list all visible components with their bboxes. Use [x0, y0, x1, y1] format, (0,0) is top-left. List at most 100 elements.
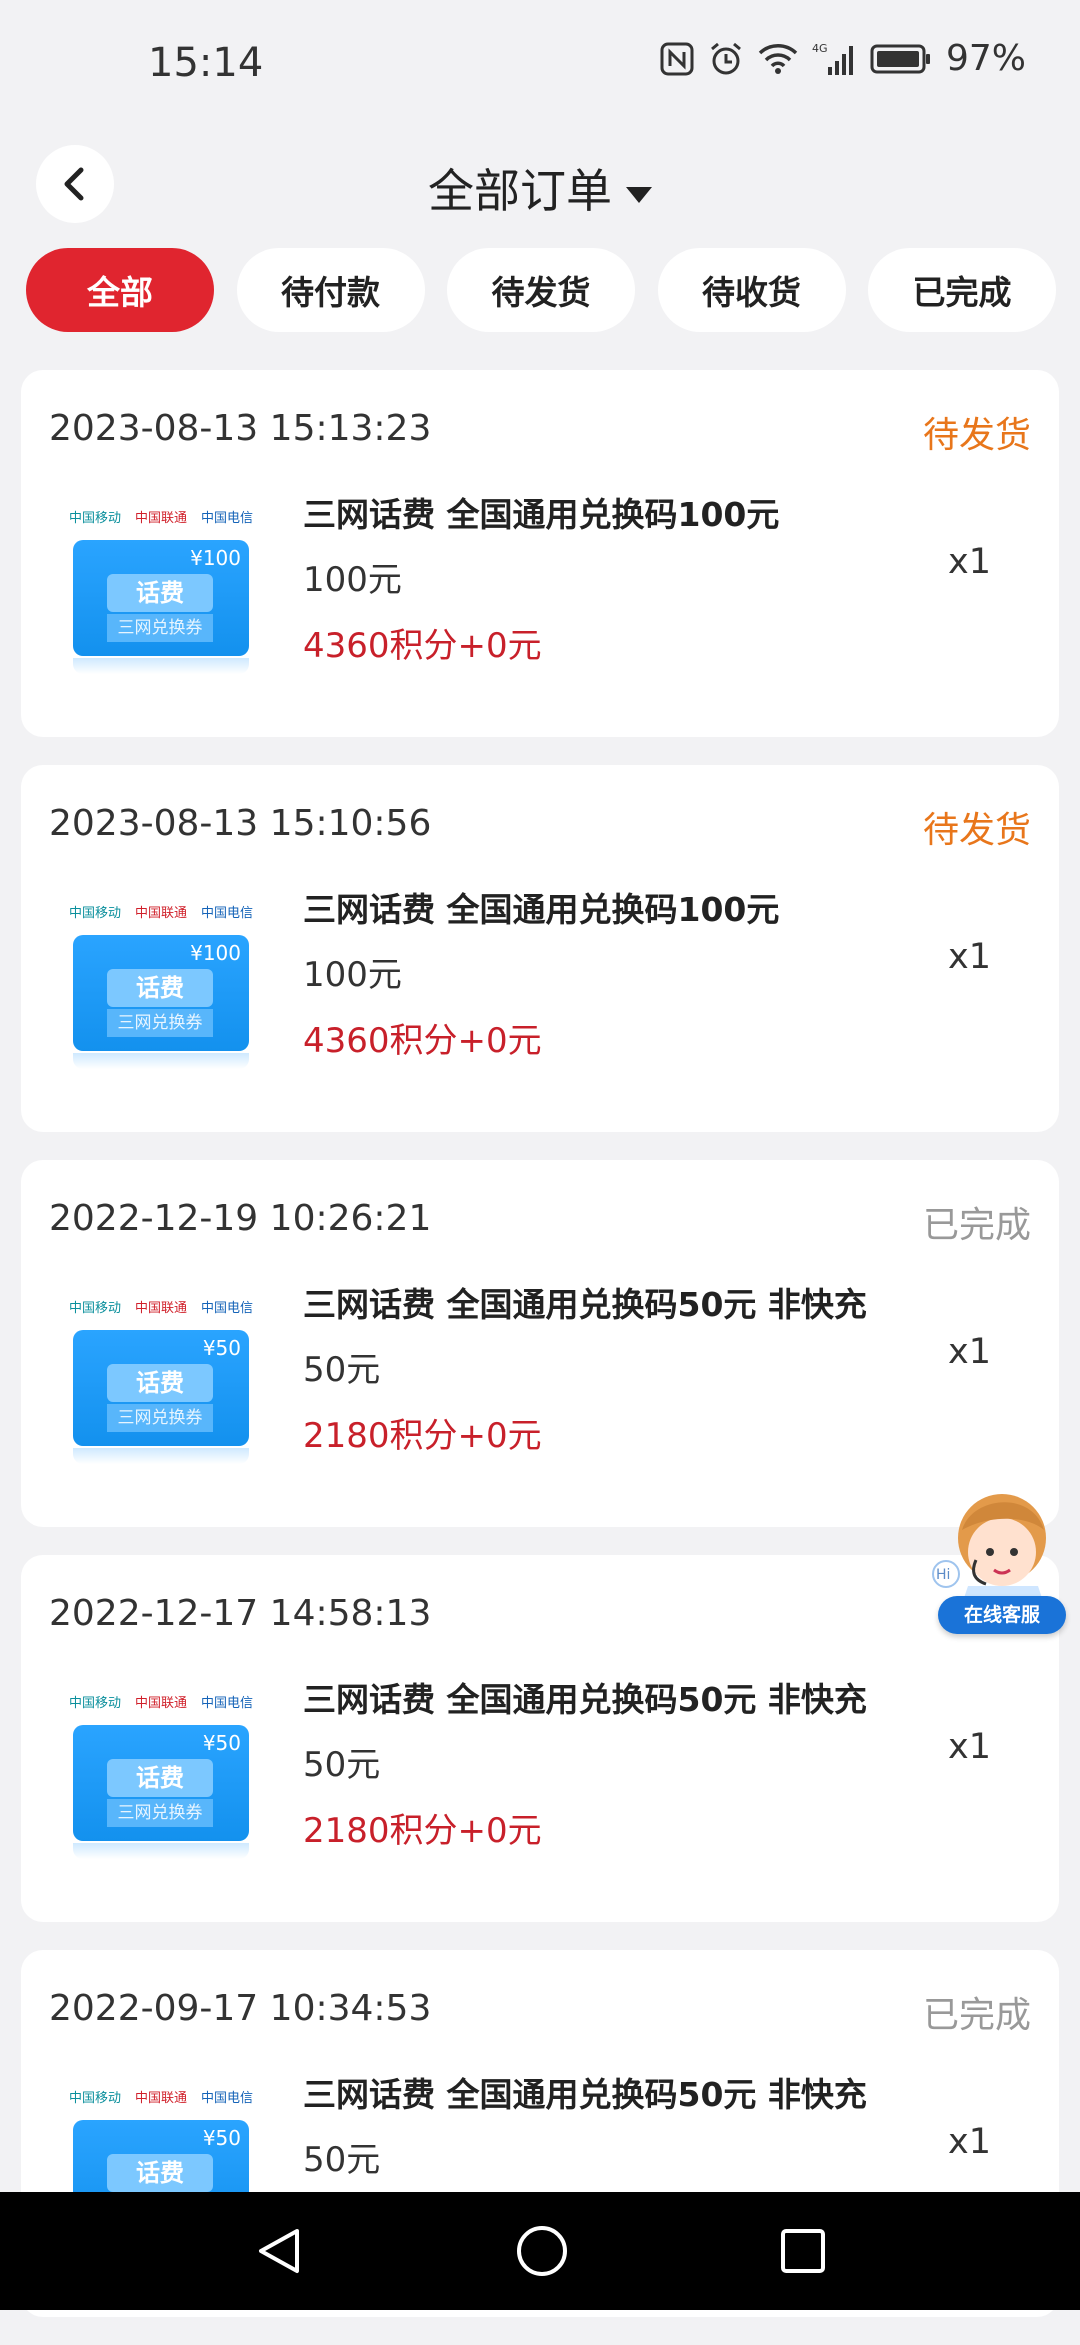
- carrier-logos: 中国移动 中国联通 中国电信: [69, 1685, 253, 1717]
- order-list: 2023-08-13 15:13:23 待发货 中国移动 中国联通 中国电信 ¥…: [21, 370, 1059, 2345]
- coupon-reflection: [73, 658, 249, 674]
- system-nav-bar: [0, 2192, 1080, 2310]
- coupon-reflection: [73, 1448, 249, 1464]
- coupon-amount: ¥50: [202, 1731, 241, 1755]
- order-tabs: 全部 待付款 待发货 待收货 已完成: [26, 248, 1056, 334]
- coupon-subtitle: 三网兑换券: [107, 1799, 213, 1827]
- back-triangle-icon[interactable]: [253, 2225, 305, 2277]
- home-circle-icon[interactable]: [515, 2224, 569, 2278]
- china-mobile-logo: 中国移动: [69, 1300, 122, 1316]
- order-date: 2023-08-13 15:13:23: [49, 408, 432, 449]
- china-telecom-logo: 中国电信: [200, 1695, 253, 1711]
- order-card[interactable]: 2023-08-13 15:10:56 待发货 中国移动 中国联通 中国电信 ¥…: [21, 765, 1059, 1132]
- cs-greeting: Hi: [936, 1567, 950, 1583]
- cs-label: 在线客服: [938, 1596, 1066, 1634]
- tab-completed[interactable]: 已完成: [868, 248, 1056, 332]
- coupon-subtitle: 三网兑换券: [107, 1009, 213, 1037]
- china-mobile-logo: 中国移动: [69, 1695, 122, 1711]
- product-points: 4360积分+0元: [303, 1021, 542, 1061]
- battery-icon: [870, 43, 932, 75]
- product-quantity: x1: [948, 1727, 991, 1767]
- product-quantity: x1: [948, 2122, 991, 2162]
- order-filter-dropdown[interactable]: 全部订单: [0, 155, 1080, 221]
- wifi-icon: [758, 43, 798, 75]
- product-price: 50元: [303, 2140, 381, 2180]
- tab-pending-receipt[interactable]: 待收货: [657, 248, 846, 332]
- product-name: 三网话费 全国通用兑换码50元 非快充: [303, 1285, 867, 1324]
- coupon-subtitle: 三网兑换券: [107, 1404, 213, 1432]
- china-unicom-logo: 中国联通: [134, 1300, 187, 1316]
- carrier-logos: 中国移动 中国联通 中国电信: [69, 2080, 253, 2112]
- tab-pending-payment[interactable]: 待付款: [236, 248, 425, 332]
- china-telecom-logo: 中国电信: [200, 510, 253, 526]
- china-mobile-logo: 中国移动: [69, 905, 122, 921]
- page-header: 全部订单: [0, 135, 1080, 235]
- product-quantity: x1: [948, 937, 991, 977]
- order-date: 2023-08-13 15:10:56: [49, 803, 432, 844]
- coupon-reflection: [73, 1843, 249, 1859]
- coupon-card: ¥100 话费 三网兑换券: [73, 540, 249, 656]
- china-unicom-logo: 中国联通: [134, 2090, 187, 2106]
- order-status: 待发货: [922, 415, 1031, 456]
- product-price: 100元: [303, 560, 402, 600]
- customer-service-button[interactable]: Hi 在线客服: [910, 1478, 1070, 1648]
- order-card[interactable]: 2022-12-17 14:58:13 中国移动 中国联通 中国电信 ¥50 话…: [21, 1555, 1059, 1922]
- product-price: 50元: [303, 1350, 381, 1390]
- product-quantity: x1: [948, 542, 991, 582]
- coupon-reflection: [73, 1053, 249, 1069]
- product-name: 三网话费 全国通用兑换码100元: [303, 890, 780, 929]
- order-date: 2022-12-19 10:26:21: [49, 1198, 432, 1239]
- china-unicom-logo: 中国联通: [134, 1695, 187, 1711]
- tab-pending-shipment[interactable]: 待发货: [447, 248, 635, 332]
- coupon-tag: 话费: [107, 574, 213, 612]
- coupon-card: ¥50 话费 三网兑换券: [73, 1725, 249, 1841]
- order-status: 已完成: [922, 1995, 1031, 2036]
- coupon-amount: ¥50: [202, 2126, 241, 2150]
- coupon-tag: 话费: [107, 1364, 213, 1402]
- order-status: 待发货: [922, 810, 1031, 851]
- caret-down-icon: [626, 186, 652, 203]
- coupon-amount: ¥50: [202, 1336, 241, 1360]
- network-label: 4G: [812, 42, 828, 55]
- nfc-icon: [660, 42, 694, 76]
- battery-level: 97%: [945, 38, 1026, 79]
- status-icons: 4G 97%: [660, 38, 1026, 79]
- carrier-logos: 中国移动 中国联通 中国电信: [69, 1290, 253, 1322]
- order-card[interactable]: 2022-12-19 10:26:21 已完成 中国移动 中国联通 中国电信 ¥…: [21, 1160, 1059, 1527]
- product-quantity: x1: [948, 1332, 991, 1372]
- product-image: 中国移动 中国联通 中国电信 ¥100 话费 三网兑换券: [69, 895, 253, 1070]
- product-image: 中国移动 中国联通 中国电信 ¥50 话费 三网兑换券: [69, 1290, 253, 1465]
- china-telecom-logo: 中国电信: [200, 905, 253, 921]
- product-name: 三网话费 全国通用兑换码50元 非快充: [303, 1680, 867, 1719]
- signal-icon: 4G: [812, 41, 856, 77]
- coupon-card: ¥100 话费 三网兑换券: [73, 935, 249, 1051]
- tab-all[interactable]: 全部: [26, 248, 214, 332]
- product-image: 中国移动 中国联通 中国电信 ¥50 话费 三网兑换券: [69, 1685, 253, 1860]
- product-name: 三网话费 全国通用兑换码100元: [303, 495, 780, 534]
- china-unicom-logo: 中国联通: [134, 510, 187, 526]
- product-name: 三网话费 全国通用兑换码50元 非快充: [303, 2075, 867, 2114]
- china-mobile-logo: 中国移动: [69, 2090, 122, 2106]
- coupon-tag: 话费: [107, 969, 213, 1007]
- status-time: 15:14: [148, 40, 264, 86]
- product-points: 2180积分+0元: [303, 1416, 542, 1456]
- page-title: 全部订单: [428, 164, 612, 218]
- carrier-logos: 中国移动 中国联通 中国电信: [69, 500, 253, 532]
- order-card[interactable]: 2023-08-13 15:13:23 待发货 中国移动 中国联通 中国电信 ¥…: [21, 370, 1059, 737]
- carrier-logos: 中国移动 中国联通 中国电信: [69, 895, 253, 927]
- china-mobile-logo: 中国移动: [69, 510, 122, 526]
- coupon-card: ¥50 话费 三网兑换券: [73, 1330, 249, 1446]
- order-date: 2022-09-17 10:34:53: [49, 1988, 432, 2029]
- recents-square-icon[interactable]: [779, 2227, 827, 2275]
- coupon-subtitle: 三网兑换券: [107, 614, 213, 642]
- order-status: 已完成: [922, 1205, 1031, 1246]
- china-telecom-logo: 中国电信: [200, 2090, 253, 2106]
- product-image: 中国移动 中国联通 中国电信 ¥100 话费 三网兑换券: [69, 500, 253, 675]
- coupon-tag: 话费: [107, 2154, 213, 2192]
- status-bar: 15:14 4G 97%: [0, 0, 1080, 125]
- order-date: 2022-12-17 14:58:13: [49, 1593, 432, 1634]
- product-price: 50元: [303, 1745, 381, 1785]
- coupon-amount: ¥100: [190, 546, 241, 570]
- product-points: 4360积分+0元: [303, 626, 542, 666]
- product-points: 2180积分+0元: [303, 1811, 542, 1851]
